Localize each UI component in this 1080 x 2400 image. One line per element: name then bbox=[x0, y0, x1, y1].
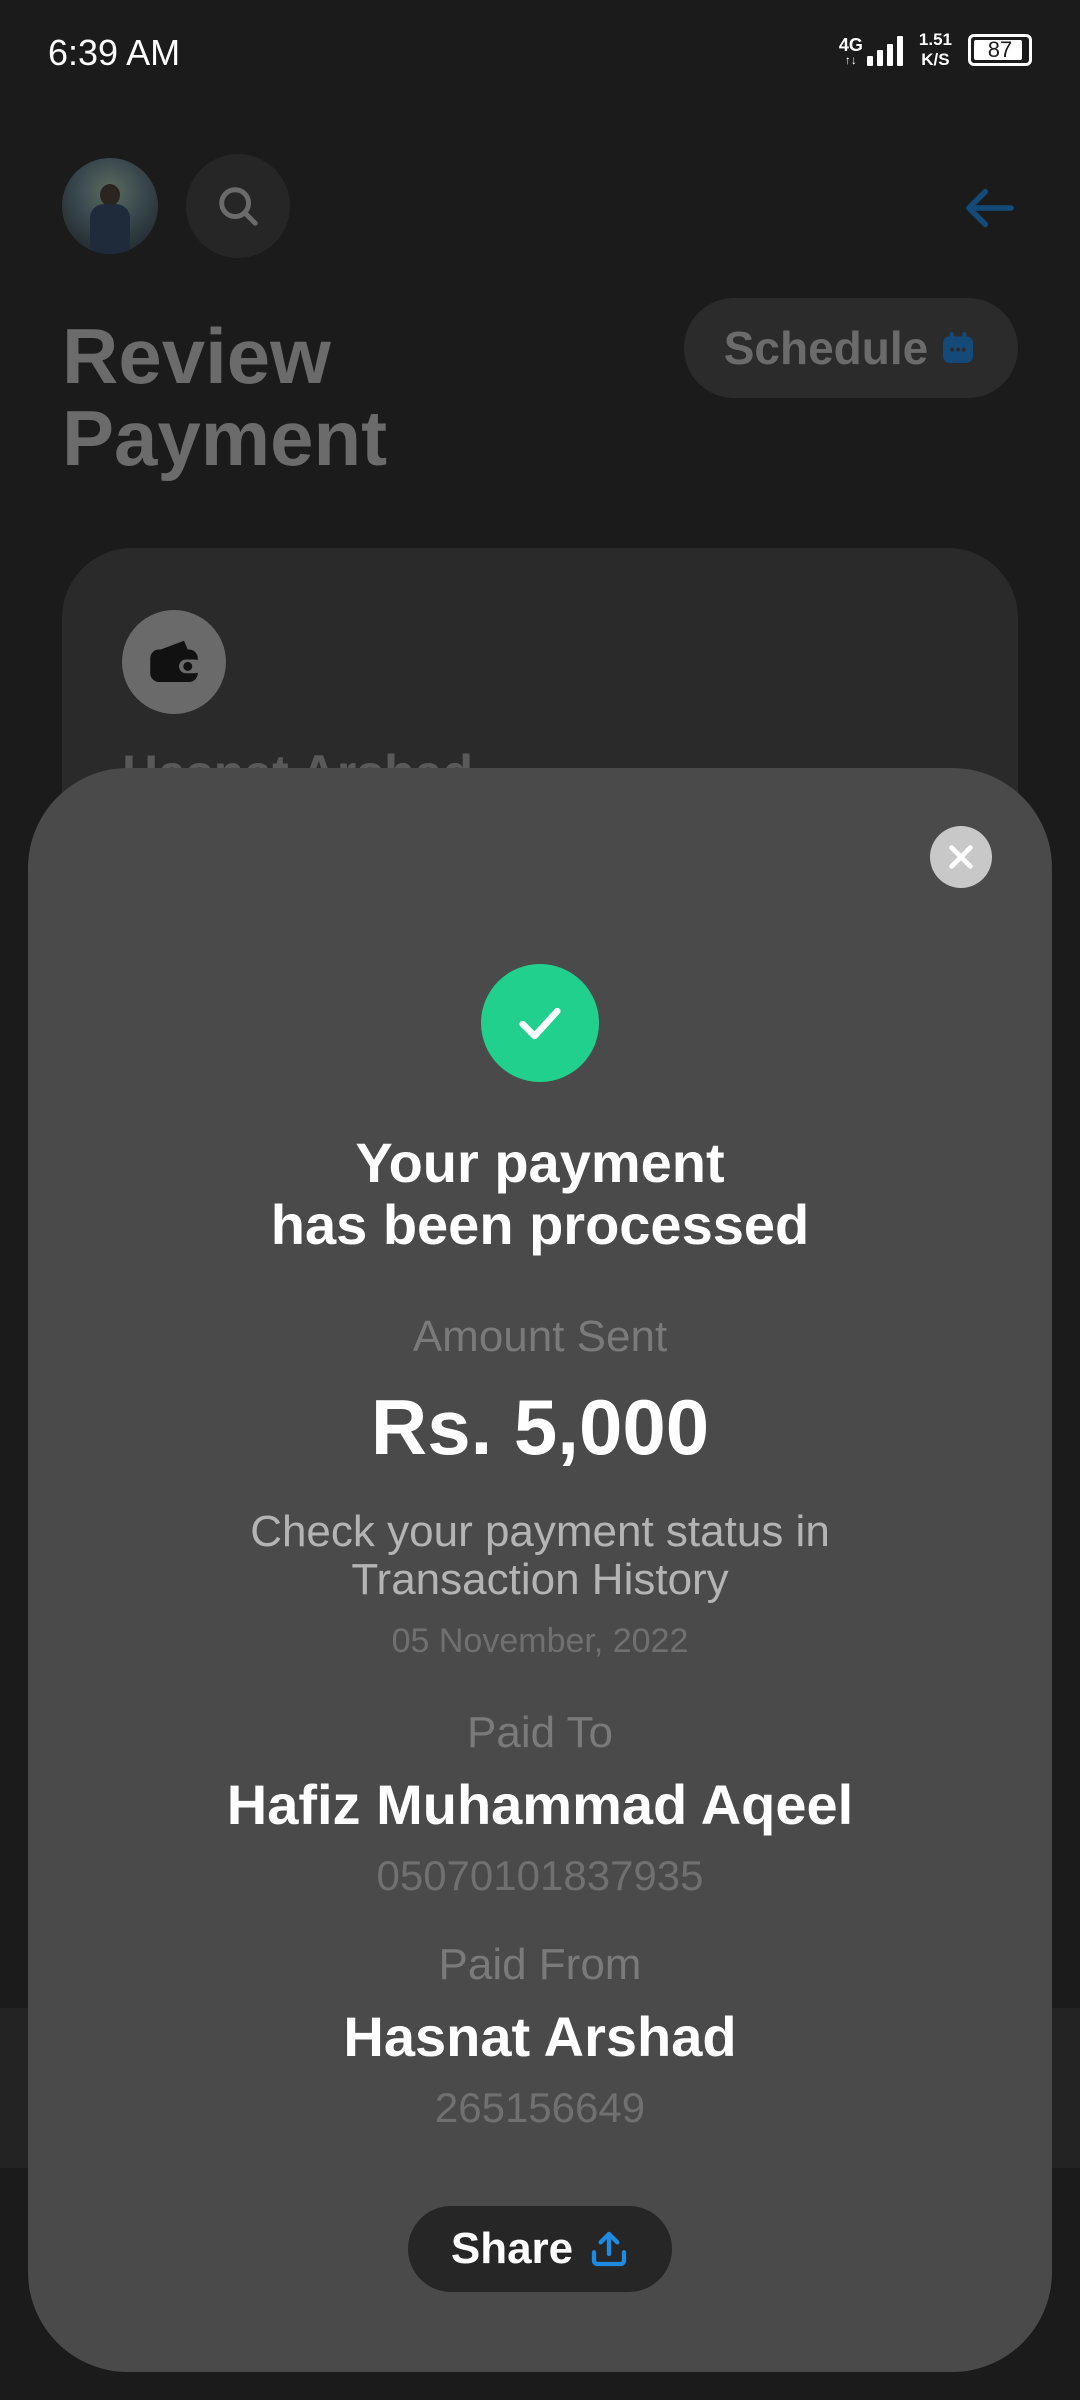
checkmark-icon bbox=[519, 1007, 561, 1040]
amount-value: Rs. 5,000 bbox=[370, 1383, 710, 1471]
arrow-left-icon bbox=[966, 188, 1014, 228]
success-heading: Your payment has been processed bbox=[270, 1131, 810, 1256]
wallet-badge bbox=[122, 610, 226, 714]
avatar[interactable] bbox=[62, 158, 158, 254]
network-type: 4G ↑↓ bbox=[838, 35, 863, 67]
signal-icon bbox=[866, 34, 903, 66]
share-upload-icon bbox=[591, 2231, 627, 2267]
battery-icon: 87 bbox=[968, 34, 1032, 66]
paid-from-name: Hasnat Arshad bbox=[343, 2005, 737, 2068]
network-speed: 1.51 K/S bbox=[918, 30, 952, 69]
search-button[interactable] bbox=[186, 154, 290, 258]
payment-success-modal: Your payment has been processed Amount S… bbox=[28, 768, 1052, 2372]
share-label: Share bbox=[450, 2224, 574, 2273]
transaction-date: 05 November, 2022 bbox=[391, 1622, 689, 1660]
battery-level: 87 bbox=[987, 37, 1013, 62]
search-icon bbox=[219, 187, 258, 226]
wallet-icon bbox=[150, 640, 202, 682]
back-button[interactable] bbox=[962, 180, 1018, 236]
status-bar: 6:39 AM 4G ↑↓ 1.51 K/S 87 bbox=[0, 0, 1080, 110]
status-icons: 4G ↑↓ 1.51 K/S 87 bbox=[839, 30, 1032, 70]
status-message: Check your payment status in Transaction… bbox=[250, 1507, 830, 1604]
close-icon bbox=[949, 845, 973, 869]
amount-label: Amount Sent bbox=[412, 1312, 668, 1361]
paid-from-account: 265156649 bbox=[434, 2084, 646, 2131]
paid-to-account: 05070101837935 bbox=[376, 1852, 704, 1899]
success-badge bbox=[481, 964, 599, 1082]
paid-to-name: Hafiz Muhammad Aqeel bbox=[226, 1773, 854, 1836]
schedule-button[interactable]: Schedule bbox=[684, 298, 1018, 398]
page-title: Review Payment bbox=[62, 312, 388, 482]
share-button[interactable]: Share bbox=[408, 2206, 672, 2292]
close-button[interactable] bbox=[930, 826, 992, 888]
status-time: 6:39 AM bbox=[48, 32, 181, 73]
paid-to-label: Paid To bbox=[467, 1708, 613, 1757]
paid-from-label: Paid From bbox=[438, 1940, 642, 1989]
calendar-icon bbox=[943, 332, 974, 363]
schedule-label: Schedule bbox=[723, 322, 929, 374]
